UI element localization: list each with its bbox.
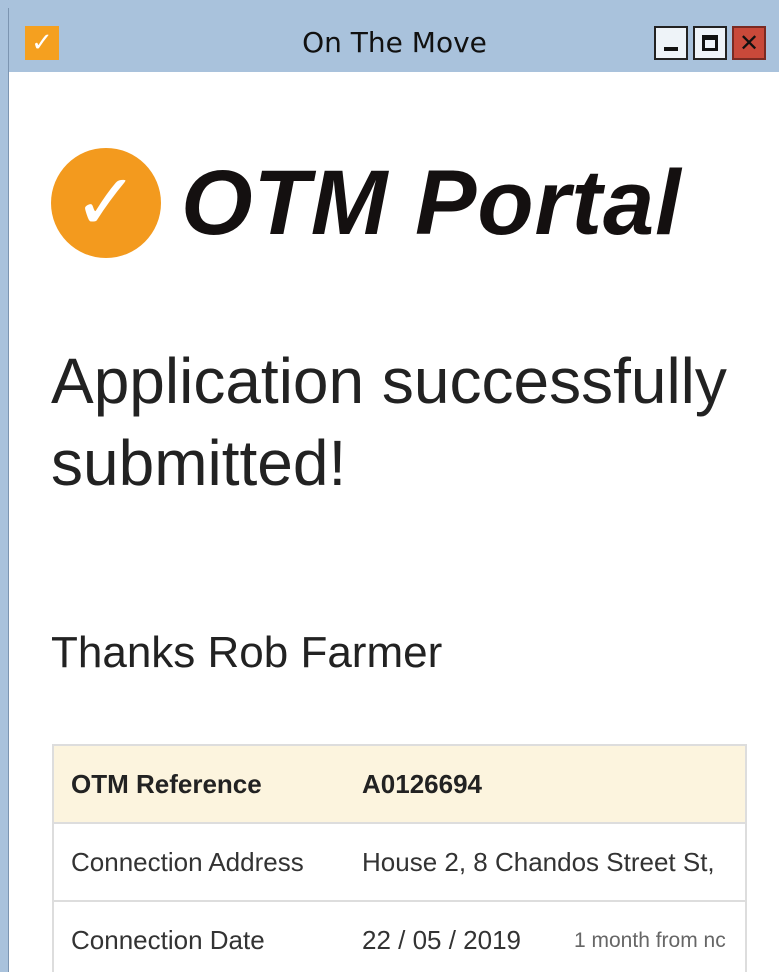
app-window: ✓ On The Move ✕ ✓ OTM Portal Application… xyxy=(8,8,779,972)
row-label: Connection Address xyxy=(71,847,304,877)
connection-address-value: House 2, 8 Chandos Street St, xyxy=(362,847,715,877)
connection-date-hint: 1 month from nc xyxy=(574,929,726,952)
row-label: OTM Reference xyxy=(71,769,262,799)
minimize-button[interactable] xyxy=(654,26,688,60)
logo-check-icon: ✓ xyxy=(51,148,161,258)
connection-date-value: 22 / 05 / 2019 xyxy=(362,925,522,955)
table-row-otm-reference: OTM Reference A0126694 xyxy=(54,746,745,824)
title-bar[interactable]: ✓ On The Move ✕ xyxy=(9,8,779,72)
close-icon: ✕ xyxy=(738,29,760,57)
close-button[interactable]: ✕ xyxy=(732,26,766,60)
row-label: Connection Date xyxy=(71,925,265,955)
table-row-connection-address: Connection Address House 2, 8 Chandos St… xyxy=(54,824,745,902)
page-content: ✓ OTM Portal Application successfully su… xyxy=(9,72,779,972)
success-headline: Application successfully submitted! xyxy=(51,345,727,499)
application-details-table: OTM Reference A0126694 Connection Addres… xyxy=(52,744,747,972)
table-row-connection-date: Connection Date 22 / 05 / 2019 1 month f… xyxy=(54,902,745,972)
otm-reference-value: A0126694 xyxy=(362,769,482,799)
logo-text: OTM Portal xyxy=(181,152,682,254)
thanks-message: Thanks Rob Farmer xyxy=(51,628,443,677)
maximize-icon xyxy=(702,35,718,51)
logo-checkmark: ✓ xyxy=(73,158,139,248)
minimize-icon xyxy=(664,47,678,51)
maximize-button[interactable] xyxy=(693,26,727,60)
